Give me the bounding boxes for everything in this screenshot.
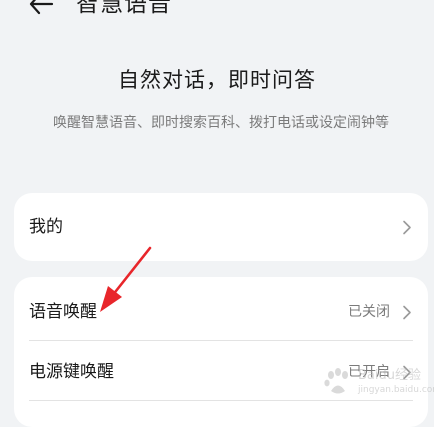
voice-wake-status: 已关闭 xyxy=(348,304,390,320)
hero-title: 自然对话，即时问答 xyxy=(118,68,316,92)
hero-description: 唤醒智慧语音、即时搜索百科、拨打电话或设定闹钟等 xyxy=(53,115,389,131)
wake-settings-card: 语音唤醒 已关闭 电源键唤醒 已开启 xyxy=(14,277,428,427)
voice-wake-label: 语音唤醒 xyxy=(29,302,97,322)
mine-label: 我的 xyxy=(29,217,63,237)
mine-card: 我的 xyxy=(14,193,428,261)
baidu-watermark: Baidu经验 jingyan.baidu.com xyxy=(318,364,434,400)
arrow-left-icon[interactable] xyxy=(28,0,54,16)
watermark-subtext: jingyan.baidu.com xyxy=(358,385,434,395)
chevron-right-icon xyxy=(403,305,411,320)
paw-logo-icon xyxy=(324,368,348,394)
row-divider xyxy=(29,400,413,401)
power-wake-label: 电源键唤醒 xyxy=(29,362,114,382)
header-bar: 智慧语音 xyxy=(0,0,434,22)
chevron-right-icon xyxy=(403,220,411,235)
voice-wake-row[interactable]: 语音唤醒 已关闭 xyxy=(14,281,428,343)
watermark-text: Baidu经验 xyxy=(358,368,421,383)
mine-row[interactable]: 我的 xyxy=(14,196,428,258)
page-title: 智慧语音 xyxy=(76,0,172,17)
